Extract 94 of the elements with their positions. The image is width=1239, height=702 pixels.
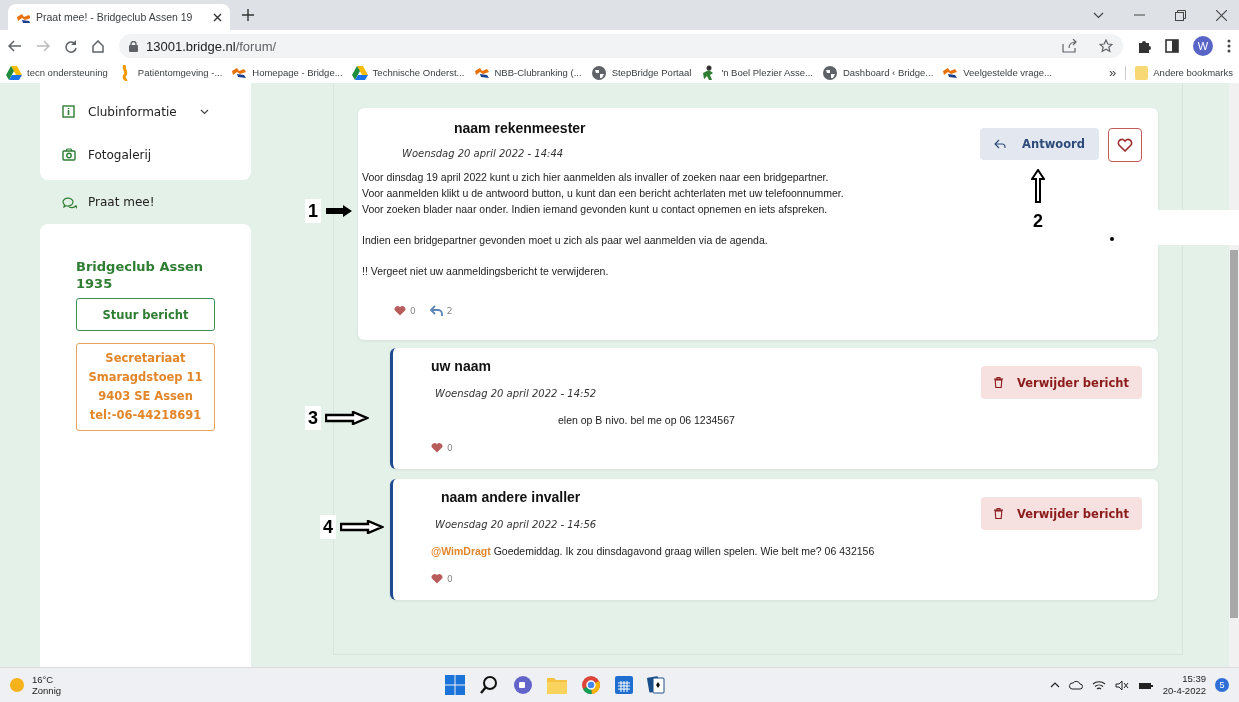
bookmark[interactable]: 'n Boel Plezier Asse... (700, 64, 813, 81)
post-date: Woensdag 20 april 2022 - 14:44 (402, 148, 565, 159)
heart-icon (431, 442, 443, 453)
puzzle-icon[interactable] (1137, 39, 1151, 53)
bookmark-folder[interactable]: Andere bookmarks (1135, 65, 1233, 80)
address-bar[interactable]: 13001.bridge.nl/forum/ (119, 34, 1123, 58)
bookmark[interactable]: Dashboard ‹ Bridge... (821, 64, 934, 81)
like-count[interactable]: 0 (431, 442, 453, 453)
scrollbar[interactable] (1229, 83, 1239, 667)
clock-date[interactable]: 20-4-2022 (1162, 685, 1206, 697)
wifi-icon[interactable] (1091, 679, 1106, 691)
cards-icon[interactable] (647, 675, 666, 695)
side-panel-icon[interactable] (1165, 39, 1179, 53)
address-block: Secretariaat Smaragdstoep 11 9403 SE Assen tel:-06-44218691 (76, 343, 215, 431)
author-name: naam andere invaller (441, 489, 582, 505)
nav-item[interactable]: Clubinformatie (40, 90, 251, 133)
weather-label: Zonnig (32, 685, 62, 696)
post-text: @WimDragt Goedemiddag. Ik zou dinsdagavond graag willen spelen. Wie belt me? 06 432156 (431, 544, 875, 559)
author-name: uw naam (431, 358, 492, 374)
nav-item[interactable]: Praat mee! (40, 180, 251, 224)
lock-icon (129, 40, 138, 52)
home-icon[interactable] (91, 39, 105, 53)
annotation-number: 1 (305, 199, 321, 223)
back-icon[interactable] (8, 40, 22, 52)
like-count[interactable]: 0 (431, 573, 453, 584)
post-date: Woensdag 20 april 2022 - 14:52 (435, 388, 598, 399)
reply-icon (429, 305, 443, 316)
share-icon[interactable] (1062, 39, 1077, 53)
temperature: 16°C (32, 674, 55, 685)
bookmark[interactable]: Patiëntomgeving -... (116, 64, 223, 81)
search-icon[interactable] (479, 675, 500, 695)
chat-icon (62, 195, 77, 209)
author-name: naam rekenmeester (454, 120, 587, 136)
bridge-logo-icon (16, 11, 30, 23)
chevron-down-icon[interactable] (1093, 11, 1104, 19)
post-text: !! Vergeet niet uw aanmeldingsbericht te verwijderen. (362, 264, 609, 279)
heart-icon (1117, 138, 1133, 152)
trash-icon (993, 508, 1003, 519)
arrow-right-icon (340, 520, 384, 534)
calendar-icon[interactable] (615, 676, 634, 694)
post-text: Voor dinsdag 19 april 2022 kunt u zich hier aanmelden als invaller of zoeken naar een bridgepartner. Voor aanmelden klikt u de antwoord button, u kunt dan een bericht achterlaten met uw telefoonnummer. Voor zoeken blader naar onder. Indien iemand gevonden kunt u contact opnemen en iets afspreken. (362, 170, 844, 217)
delete-button[interactable]: Verwijder bericht (980, 366, 1142, 399)
answer-button[interactable]: Antwoord (980, 128, 1099, 160)
bookmark[interactable]: Veelgestelde vrage... (942, 64, 1052, 81)
folder-icon (1135, 65, 1149, 80)
profile-avatar[interactable]: W (1193, 36, 1213, 56)
arrow-up-icon (1031, 169, 1045, 203)
bookmark[interactable]: StepBridge Portaal (590, 64, 692, 81)
chevron-up-icon[interactable] (1049, 682, 1060, 688)
post-text: Indien een bridgepartner gevonden moet u zich als paar wel aanmelden via de agenda. (362, 233, 768, 248)
club-name: Bridgeclub Assen 1935 (76, 258, 205, 292)
bookmark[interactable]: Homepage - Bridge... (231, 64, 343, 81)
star-icon[interactable] (1099, 39, 1113, 53)
arrow-right-icon (325, 204, 353, 218)
post-text: elen op B nivo. bel me op 06 1234567 (558, 413, 735, 428)
post-date: Woensdag 20 april 2022 - 14:56 (435, 519, 598, 530)
reload-icon[interactable] (64, 39, 77, 53)
bookmark-icon (351, 64, 368, 81)
reply-icon (994, 139, 1007, 149)
heart-icon (394, 305, 406, 316)
more-bookmarks[interactable]: » (1109, 65, 1117, 80)
like-button[interactable] (1108, 128, 1142, 162)
camera-icon (62, 148, 77, 161)
bookmark[interactable]: Technische Onderst... (351, 64, 465, 81)
heart-icon (431, 573, 443, 584)
bookmark[interactable]: NBB-Clubranking (... (473, 64, 582, 81)
send-message-button[interactable]: Stuur bericht (76, 298, 215, 331)
bookmark-icon (6, 64, 22, 81)
browser-tab[interactable]: Praat mee! - Bridgeclub Assen 19 (8, 4, 230, 30)
clock-time[interactable]: 15:39 (1162, 673, 1206, 685)
notification-badge[interactable]: 5 (1215, 678, 1229, 692)
info-icon (62, 105, 77, 118)
speaker-muted-icon[interactable] (1114, 679, 1129, 691)
chat-app-icon[interactable] (513, 675, 534, 695)
plus-icon[interactable] (242, 9, 254, 21)
close-icon[interactable] (1216, 9, 1227, 21)
reply-count[interactable]: 2 (429, 305, 453, 316)
cloud-icon[interactable] (1068, 680, 1083, 690)
annotation-number: 4 (320, 515, 336, 539)
browser-icon[interactable] (581, 675, 602, 695)
annotation-number: 3 (305, 406, 321, 430)
trash-icon (993, 377, 1003, 388)
like-count[interactable]: 0 (394, 305, 416, 316)
arrow-right-icon (325, 411, 369, 425)
bookmark[interactable]: tecn ondersteuning (6, 64, 108, 81)
start-icon[interactable] (445, 675, 466, 695)
dot (1110, 237, 1114, 241)
sun-icon (10, 678, 24, 692)
close-icon[interactable] (213, 12, 222, 22)
chevron-down-icon[interactable] (199, 108, 209, 115)
restore-icon[interactable] (1175, 9, 1186, 21)
delete-button[interactable]: Verwijder bericht (980, 497, 1142, 530)
more-icon[interactable] (1227, 39, 1231, 53)
nav-item[interactable]: Fotogalerij (40, 133, 251, 176)
